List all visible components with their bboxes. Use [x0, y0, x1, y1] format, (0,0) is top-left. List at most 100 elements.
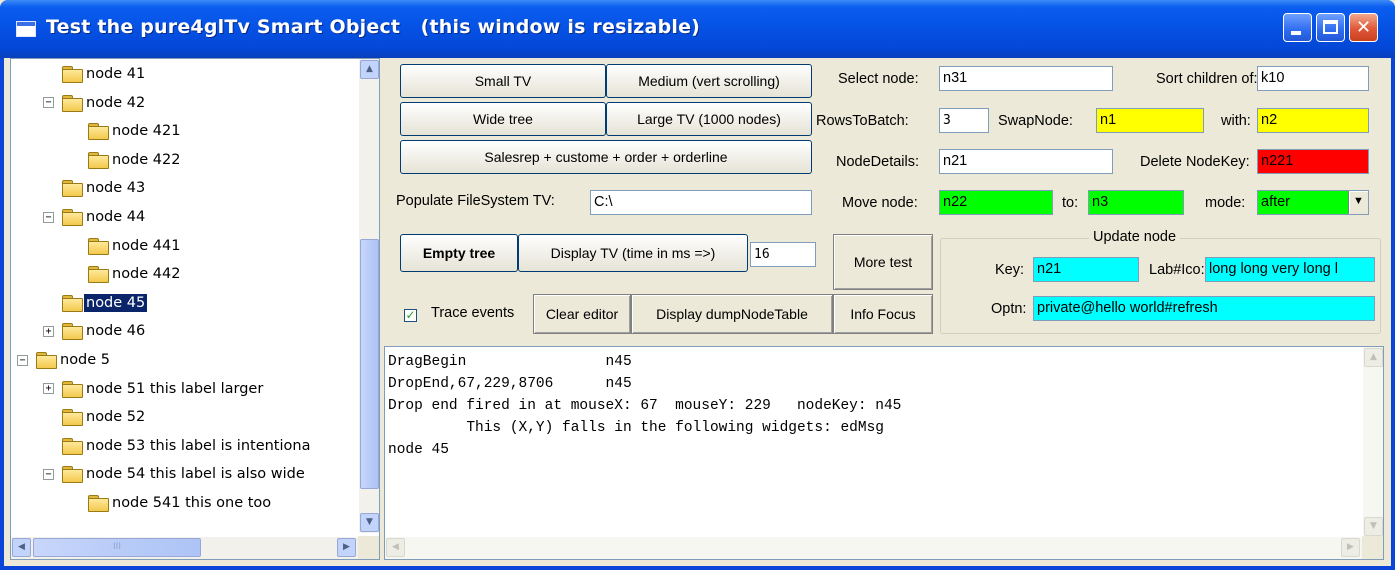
- maximize-button[interactable]: [1316, 13, 1345, 42]
- time-ms-field[interactable]: 16: [750, 242, 816, 267]
- editor-scroll-up-icon[interactable]: ▲: [1364, 348, 1383, 367]
- labico-input[interactable]: long long very long l: [1205, 257, 1375, 282]
- editor-scroll-left-icon[interactable]: ◀: [386, 538, 405, 557]
- with-input[interactable]: n2: [1257, 108, 1369, 133]
- tree-view[interactable]: node 41 − node 42 node 421 node 422 node 43 − n…: [10, 58, 380, 560]
- editor-scroll-right-icon[interactable]: ▶: [1341, 538, 1360, 557]
- tree-node-label[interactable]: node 54 this label is also wide: [84, 465, 307, 483]
- minimize-button[interactable]: [1283, 13, 1312, 42]
- tree-node[interactable]: node 441: [69, 233, 182, 259]
- trace-events-checkbox[interactable]: ✓: [404, 309, 417, 322]
- vertical-scroll-thumb[interactable]: [360, 239, 379, 489]
- tree-node[interactable]: − node 5: [17, 347, 112, 373]
- rows-to-batch-label: RowsToBatch:: [816, 113, 909, 129]
- tree-node-label[interactable]: node 46: [84, 322, 147, 340]
- collapse-icon[interactable]: −: [43, 97, 54, 109]
- tree-node[interactable]: − node 44: [43, 204, 147, 230]
- tree-node-label[interactable]: node 53 this label is intentiona: [84, 437, 312, 455]
- select-node-input[interactable]: n31: [939, 66, 1113, 91]
- tree-node[interactable]: node 421: [69, 118, 182, 144]
- empty-tree-button[interactable]: Empty tree: [400, 234, 518, 272]
- horizontal-scroll-thumb[interactable]: III: [33, 538, 201, 557]
- rows-to-batch-input[interactable]: 3: [939, 108, 989, 133]
- small-tv-button[interactable]: Small TV: [400, 64, 606, 98]
- dump-node-table-button[interactable]: Display dumpNodeTable: [631, 294, 833, 334]
- tree-node-label[interactable]: node 52: [84, 408, 147, 426]
- mode-select[interactable]: after ▼: [1257, 190, 1369, 215]
- trace-events-label: Trace events: [431, 305, 515, 321]
- tree-node[interactable]: node 442: [69, 261, 182, 287]
- delete-nodekey-input[interactable]: n221: [1257, 149, 1369, 174]
- tree-node-label[interactable]: node 43: [84, 179, 147, 197]
- folder-icon: [62, 180, 83, 198]
- scroll-right-icon[interactable]: ▶: [337, 538, 356, 557]
- sort-children-input[interactable]: k10: [1257, 66, 1369, 91]
- update-node-title: Update node: [1089, 229, 1181, 245]
- tree-node-label[interactable]: node 51 this label larger: [84, 380, 265, 398]
- tree-node-label[interactable]: node 45: [82, 292, 149, 313]
- tree-node-label[interactable]: node 442: [110, 265, 182, 283]
- window-icon: [16, 21, 36, 37]
- chevron-down-icon[interactable]: ▼: [1348, 191, 1368, 214]
- clear-editor-button[interactable]: Clear editor: [533, 294, 631, 334]
- optn-input[interactable]: private@hello world#refresh: [1033, 296, 1375, 321]
- tree-node[interactable]: node 45: [43, 290, 149, 316]
- app-window: Test the pure4glTv Smart Object (this wi…: [0, 0, 1395, 570]
- salesrep-button[interactable]: Salesrep + custome + order + orderline: [400, 140, 812, 174]
- tree-node-label[interactable]: node 541 this one too: [110, 494, 273, 512]
- labico-label: Lab#Ico:: [1149, 262, 1205, 278]
- collapse-icon[interactable]: −: [43, 468, 54, 480]
- swap-node-input[interactable]: n1: [1096, 108, 1204, 133]
- large-tv-button[interactable]: Large TV (1000 nodes): [606, 102, 812, 136]
- editor-scroll-down-icon[interactable]: ▼: [1364, 517, 1383, 536]
- wide-tree-button[interactable]: Wide tree: [400, 102, 606, 136]
- tree-node-label[interactable]: node 41: [84, 65, 147, 83]
- to-input[interactable]: n3: [1088, 190, 1184, 215]
- collapse-icon[interactable]: −: [17, 354, 28, 366]
- folder-icon: [62, 437, 83, 455]
- title-bar[interactable]: Test the pure4glTv Smart Object (this wi…: [0, 0, 1395, 58]
- mode-label: mode:: [1205, 195, 1246, 211]
- populate-fs-input[interactable]: C:\: [590, 190, 812, 215]
- close-button[interactable]: ✕: [1349, 13, 1378, 42]
- horizontal-scrollbar[interactable]: ◀ III ▶: [11, 536, 359, 559]
- folder-icon: [88, 237, 109, 255]
- scroll-up-icon[interactable]: ▲: [360, 60, 379, 79]
- tree-node[interactable]: node 41: [43, 61, 147, 87]
- update-key-input[interactable]: n21: [1033, 257, 1139, 282]
- tree-node-label[interactable]: node 44: [84, 208, 147, 226]
- scroll-down-icon[interactable]: ▼: [360, 513, 379, 532]
- tree-node[interactable]: node 43: [43, 175, 147, 201]
- node-details-input[interactable]: n21: [939, 149, 1113, 174]
- tree-node[interactable]: − node 42: [43, 90, 147, 116]
- tree-node-label[interactable]: node 422: [110, 151, 182, 169]
- tree-node[interactable]: − node 54 this label is also wide: [43, 461, 307, 487]
- editor-text[interactable]: DragBegin n45 DropEnd,67,229,8706 n45 Dr…: [388, 351, 901, 461]
- message-editor[interactable]: DragBegin n45 DropEnd,67,229,8706 n45 Dr…: [384, 346, 1384, 560]
- folder-icon: [62, 409, 83, 427]
- editor-horizontal-scrollbar[interactable]: ◀ ▶: [385, 536, 1363, 559]
- collapse-icon[interactable]: −: [43, 211, 54, 223]
- tree-node-label[interactable]: node 441: [110, 237, 182, 255]
- tree-node-label[interactable]: node 5: [58, 351, 112, 369]
- medium-tv-button[interactable]: Medium (vert scrolling): [606, 64, 812, 98]
- tree-node-label[interactable]: node 421: [110, 122, 182, 140]
- tree-node[interactable]: node 541 this one too: [69, 490, 273, 516]
- tree-node[interactable]: node 53 this label is intentiona: [43, 433, 312, 459]
- expand-icon[interactable]: +: [43, 325, 54, 337]
- tree-node[interactable]: node 52: [43, 404, 147, 430]
- tree-node[interactable]: + node 46: [43, 318, 147, 344]
- info-focus-button[interactable]: Info Focus: [833, 294, 933, 334]
- display-tv-button[interactable]: Display TV (time in ms =>): [518, 234, 748, 272]
- minimize-icon: [1291, 31, 1301, 35]
- editor-vertical-scrollbar[interactable]: ▲ ▼: [1362, 347, 1383, 537]
- tree-node-label[interactable]: node 42: [84, 94, 147, 112]
- tree-node[interactable]: + node 51 this label larger: [43, 376, 265, 402]
- scroll-left-icon[interactable]: ◀: [12, 538, 31, 557]
- sort-children-label: Sort children of:: [1156, 71, 1258, 87]
- tree-node[interactable]: node 422: [69, 147, 182, 173]
- more-test-button[interactable]: More test: [833, 234, 933, 290]
- vertical-scrollbar[interactable]: ▲ ▼: [358, 59, 379, 533]
- move-node-input[interactable]: n22: [939, 190, 1053, 215]
- expand-icon[interactable]: +: [43, 383, 54, 395]
